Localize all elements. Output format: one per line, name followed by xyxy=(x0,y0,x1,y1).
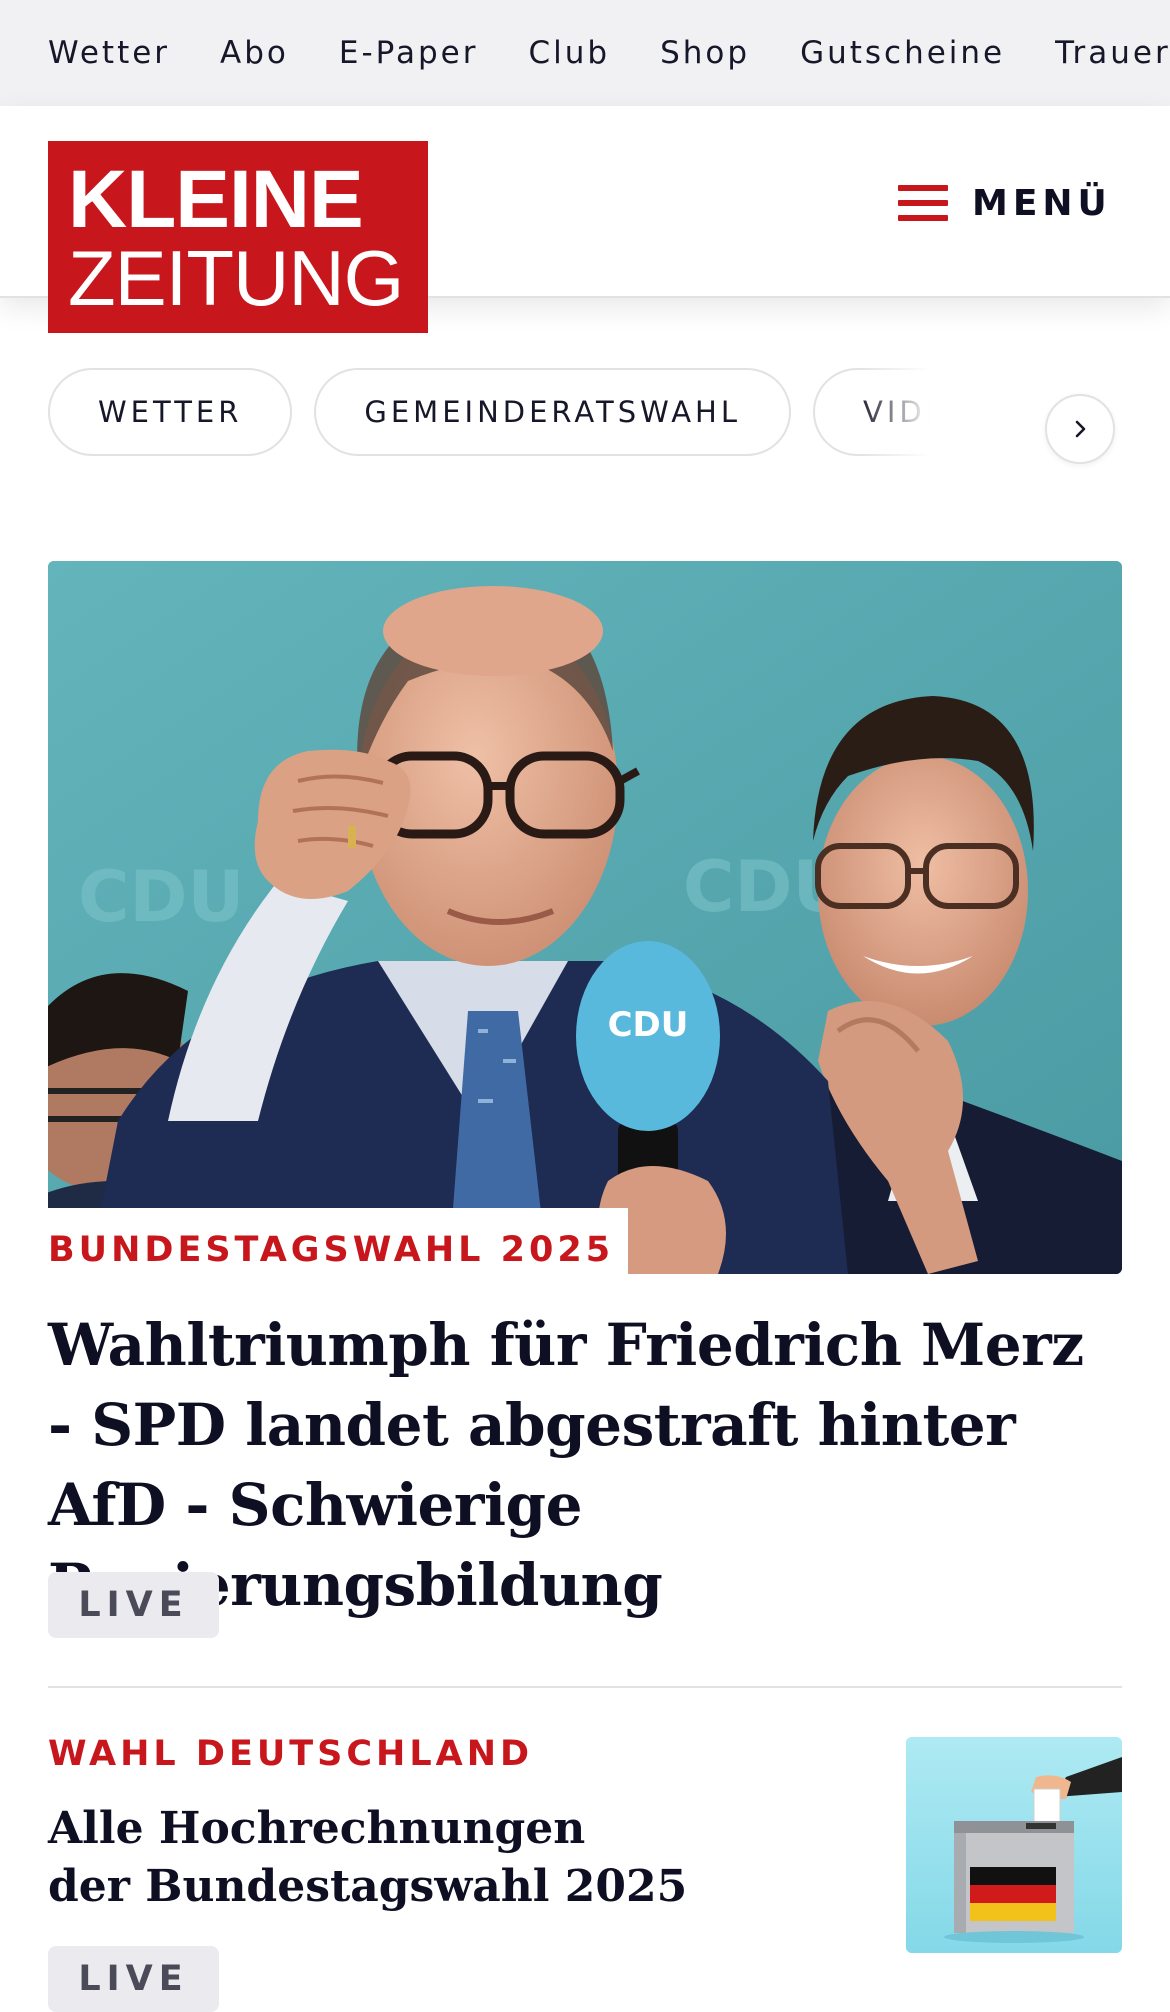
topnav-link-club[interactable]: Club xyxy=(528,35,610,71)
topic-chips: WETTERGEMEINDERATSWAHLVIDEOS xyxy=(48,368,1122,464)
topnav-link-abo[interactable]: Abo xyxy=(220,35,289,71)
chevron-right-icon xyxy=(1075,420,1086,438)
second-headline-line-1: Alle Hochrechnungen xyxy=(48,1803,586,1854)
article-divider xyxy=(48,1686,1122,1688)
site-logo[interactable]: KLEINE ZEITUNG xyxy=(48,141,428,333)
wall-cdu-text-1: CDU xyxy=(78,856,244,938)
second-headline-line-2: der Bundestagswahl 2025 xyxy=(48,1861,688,1912)
hamburger-icon xyxy=(898,185,948,221)
top-utility-nav-list: Wetter Abo E-Paper Club Shop Gutscheine … xyxy=(48,0,1170,106)
topnav-link-trauerportal[interactable]: Trauerportal xyxy=(1055,35,1170,71)
ballot-box-illustration xyxy=(906,1737,1122,1953)
chip-gemeinderatswahl[interactable]: GEMEINDERATSWAHL xyxy=(314,368,792,456)
topnav-link-shop[interactable]: Shop xyxy=(660,35,750,71)
menu-button[interactable]: MENÜ xyxy=(898,158,1112,248)
chips-next-button[interactable] xyxy=(1045,394,1115,464)
second-article-thumbnail[interactable] xyxy=(906,1737,1122,1953)
topnav-link-gutscheine[interactable]: Gutscheine xyxy=(800,35,1005,71)
second-headline[interactable]: Alle Hochrechnungen der Bundestagswahl 2… xyxy=(48,1800,688,1916)
topnav-link-epaper[interactable]: E-Paper xyxy=(339,35,479,71)
logo-line-1: KLEINE xyxy=(68,154,364,245)
topnav-link-wetter[interactable]: Wetter xyxy=(48,35,170,71)
top-utility-nav: Wetter Abo E-Paper Club Shop Gutscheine … xyxy=(0,0,1170,106)
logo-line-2: ZEITUNG xyxy=(68,234,404,322)
lead-article-image[interactable]: CDU CDU CDU xyxy=(48,561,1122,1274)
lead-photo-illustration: CDU CDU CDU xyxy=(48,561,1122,1274)
lead-kicker[interactable]: BUNDESTAGSWAHL 2025 xyxy=(48,1230,614,1270)
menu-label: MENÜ xyxy=(972,182,1112,224)
lead-live-badge: LIVE xyxy=(48,1572,219,1638)
chip-wetter[interactable]: WETTER xyxy=(48,368,293,456)
topic-chips-track: WETTERGEMEINDERATSWAHLVIDEOS xyxy=(48,368,978,460)
chips-fade-overlay xyxy=(858,368,978,460)
microphone-cdu-label: CDU xyxy=(608,1005,689,1045)
second-kicker[interactable]: WAHL DEUTSCHLAND xyxy=(48,1734,533,1774)
site-header: KLEINE ZEITUNG MENÜ xyxy=(0,106,1170,333)
second-live-badge: LIVE xyxy=(48,1946,219,2012)
